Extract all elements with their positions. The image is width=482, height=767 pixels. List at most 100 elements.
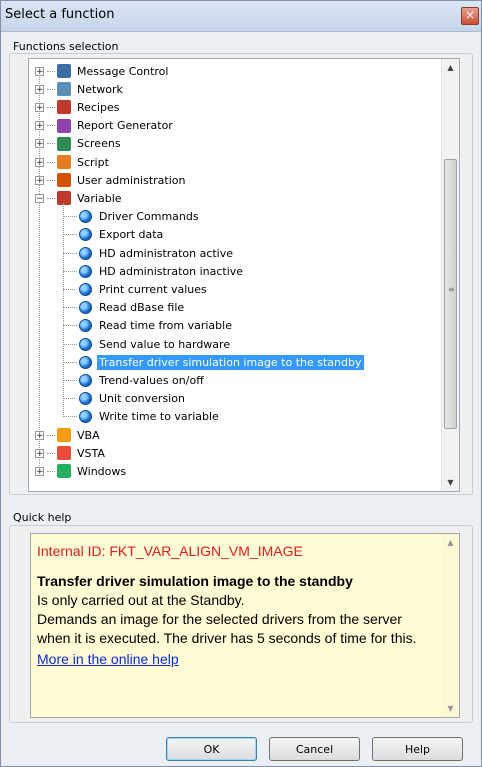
scroll-up-arrow-icon[interactable]: ▲ <box>442 59 459 76</box>
vba-icon <box>57 428 71 442</box>
function-tree[interactable]: + Message Control + Network + Recipes + Report … <box>28 58 460 492</box>
tree-node-label: Screens <box>77 137 121 151</box>
function-icon <box>79 392 92 406</box>
tree-connector <box>63 252 77 254</box>
expand-icon[interactable]: + <box>35 84 44 94</box>
quick-help-panel: Internal ID: FKT_VAR_ALIGN_VM_IMAGE Tran… <box>30 533 460 718</box>
tree-node-windows[interactable]: + Windows <box>35 462 128 480</box>
tree-scrollbar[interactable]: ▲ ≡ ▼ <box>441 59 459 491</box>
function-icon <box>79 264 92 278</box>
tree-leaf-write-time-to-variable[interactable]: Write time to variable <box>63 408 221 426</box>
tree-leaf-label: Export data <box>99 228 164 242</box>
tree-connector <box>47 434 55 436</box>
close-icon[interactable]: × <box>461 7 479 25</box>
tree-node-label: Script <box>77 155 109 169</box>
tree-connector <box>47 452 55 454</box>
tree-leaf-label: Print current values <box>99 282 207 296</box>
function-icon <box>79 410 92 424</box>
tree-connector <box>63 416 77 418</box>
tree-leaf-hd-administraton-inactive[interactable]: HD administraton inactive <box>63 262 245 280</box>
tree-connector <box>63 216 77 218</box>
tree-leaf-send-value-to-hardware[interactable]: Send value to hardware <box>63 335 232 353</box>
tree-leaf-label: Unit conversion <box>99 392 185 406</box>
tree-leaf-export-data[interactable]: Export data <box>63 226 165 244</box>
tree-node-message-control[interactable]: + Message Control <box>35 62 170 80</box>
title-bar: Select a function × <box>1 1 481 32</box>
recipes-icon <box>57 100 71 115</box>
tree-leaf-read-time-from-variable[interactable]: Read time from variable <box>63 317 234 335</box>
online-help-link[interactable]: More in the online help <box>37 650 435 669</box>
tree-node-user-administration[interactable]: + User administration <box>35 171 187 189</box>
tree-leaf-label: Driver Commands <box>99 210 199 224</box>
tree-connector <box>47 161 55 163</box>
help-scroll-down-icon[interactable]: ▼ <box>442 700 459 717</box>
tree-node-network[interactable]: + Network <box>35 80 125 98</box>
tree-connector <box>47 143 55 145</box>
scroll-down-arrow-icon[interactable]: ▼ <box>442 474 459 491</box>
tree-connector <box>47 88 55 90</box>
tree-branch-line <box>63 203 64 417</box>
expand-icon[interactable]: + <box>35 66 44 76</box>
help-scrollbar[interactable]: ▲ ▼ <box>442 534 459 717</box>
script-icon <box>57 155 71 169</box>
message-control-icon <box>57 64 71 78</box>
tree-leaf-driver-commands[interactable]: Driver Commands <box>63 208 201 226</box>
tree-connector <box>63 361 77 363</box>
expand-icon[interactable]: + <box>35 121 44 131</box>
help-line-2: Demands an image for the selected driver… <box>37 611 417 646</box>
screens-icon <box>57 136 71 151</box>
tree-connector <box>63 288 77 290</box>
tree-leaf-hd-administraton-active[interactable]: HD administraton active <box>63 244 235 262</box>
report-generator-icon <box>57 118 71 133</box>
expand-icon[interactable]: + <box>35 466 44 476</box>
function-icon <box>79 373 92 387</box>
tree-connector <box>63 343 77 345</box>
expand-icon[interactable]: + <box>35 430 44 440</box>
help-scroll-up-icon[interactable]: ▲ <box>442 534 459 551</box>
tree-leaf-transfer-driver-simulation-image-to-the-standby[interactable]: Transfer driver simulation image to the … <box>63 353 364 371</box>
scroll-thumb[interactable]: ≡ <box>444 159 457 429</box>
tree-node-label: Variable <box>77 191 122 205</box>
tree-connector <box>63 398 77 400</box>
tree-leaf-label: Trend-values on/off <box>99 373 204 387</box>
tree-leaf-trend-values-on-off[interactable]: Trend-values on/off <box>63 371 206 389</box>
expand-icon[interactable]: + <box>35 175 44 185</box>
tree-node-variable[interactable]: − Variable <box>35 189 124 207</box>
tree-connector <box>47 179 55 181</box>
tree-connector <box>47 106 55 108</box>
tree-node-label: Recipes <box>77 100 120 114</box>
tree-leaf-read-dbase-file[interactable]: Read dBase file <box>63 299 186 317</box>
tree-node-label: VBA <box>77 428 100 442</box>
tree-connector <box>47 125 55 127</box>
collapse-icon[interactable]: − <box>35 193 44 203</box>
tree-node-vba[interactable]: + VBA <box>35 426 102 444</box>
expand-icon[interactable]: + <box>35 448 44 458</box>
tree-node-script[interactable]: + Script <box>35 153 111 171</box>
expand-icon[interactable]: + <box>35 102 44 112</box>
tree-node-report-generator[interactable]: + Report Generator <box>35 117 175 135</box>
help-button[interactable]: Help <box>372 737 463 761</box>
ok-button[interactable]: OK <box>166 737 257 761</box>
cancel-button[interactable]: Cancel <box>269 737 360 761</box>
internal-id: Internal ID: FKT_VAR_ALIGN_VM_IMAGE <box>37 543 303 559</box>
functions-selection-label: Functions selection <box>13 40 119 53</box>
tree-leaf-unit-conversion[interactable]: Unit conversion <box>63 390 187 408</box>
tree-node-label: Windows <box>77 464 127 478</box>
help-title: Transfer driver simulation image to the … <box>37 573 353 589</box>
function-icon <box>79 301 92 315</box>
expand-icon[interactable]: + <box>35 139 44 149</box>
tree-node-vsta[interactable]: + VSTA <box>35 444 107 462</box>
function-icon <box>79 228 92 242</box>
network-icon <box>57 82 71 97</box>
variable-icon <box>57 191 71 206</box>
tree-node-label: Report Generator <box>77 119 173 133</box>
tree-leaf-label: Read time from variable <box>99 319 232 333</box>
grip-icon: ≡ <box>448 285 455 294</box>
tree-node-recipes[interactable]: + Recipes <box>35 98 122 116</box>
tree-leaf-print-current-values[interactable]: Print current values <box>63 280 209 298</box>
quick-help-content: Internal ID: FKT_VAR_ALIGN_VM_IMAGE Tran… <box>37 542 435 669</box>
function-icon <box>79 282 92 296</box>
tree-node-screens[interactable]: + Screens <box>35 135 123 153</box>
expand-icon[interactable]: + <box>35 157 44 167</box>
function-icon <box>79 246 92 260</box>
